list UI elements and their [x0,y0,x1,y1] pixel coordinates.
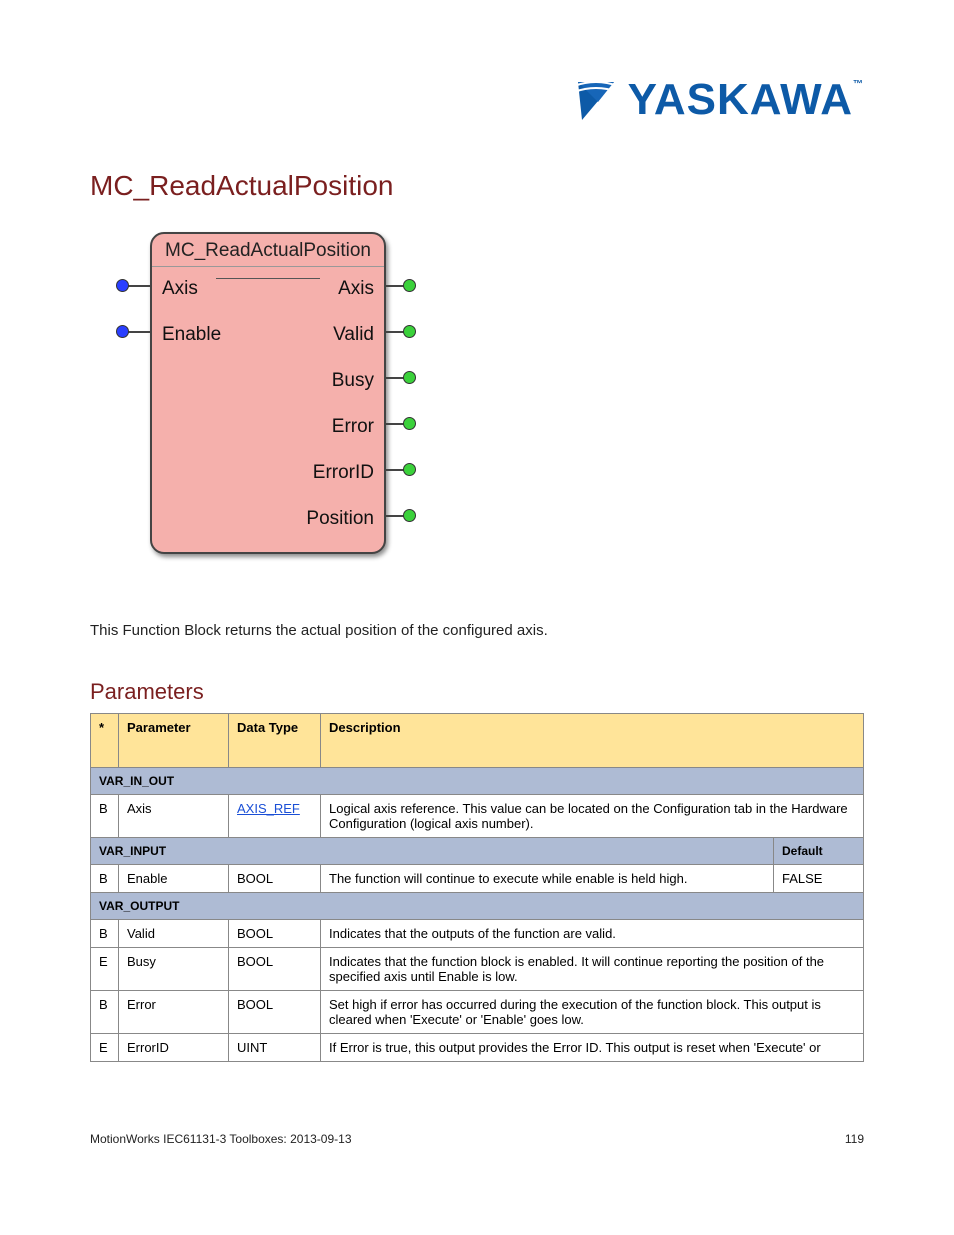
table-row: E Busy BOOL Indicates that the function … [91,948,864,991]
table-row: B Error BOOL Set high if error has occur… [91,991,864,1034]
input-port-icon [116,279,129,292]
section-var-input: VAR_INPUT Default [91,838,864,865]
brand-name-text: YASKAWA [628,75,853,124]
port-connector [127,285,150,287]
output-port-icon [403,279,416,292]
fb-input-axis: Axis [162,278,198,300]
cell-star: B [91,795,119,838]
col-header-parameter: Parameter [119,714,229,768]
fb-output-errorid: ErrorID [313,462,374,484]
function-block-diagram: MC_ReadActualPosition Axis Axis Enable V… [110,232,410,572]
cell-param: Enable [119,865,229,893]
input-port-icon [116,325,129,338]
parameters-table: * Parameter Data Type Description VAR_IN… [90,713,864,1062]
fb-output-position: Position [306,508,374,530]
cell-type: BOOL [229,920,321,948]
cell-type: BOOL [229,948,321,991]
fb-output-error: Error [332,416,374,438]
footer-page-number: 119 [845,1132,864,1146]
parameters-heading: Parameters [90,679,864,705]
cell-star: B [91,991,119,1034]
output-port-icon [403,463,416,476]
page-footer: MotionWorks IEC61131-3 Toolboxes: 2013-0… [90,1132,864,1146]
fb-output-busy: Busy [332,370,374,392]
cell-param: Error [119,991,229,1034]
cell-param: Valid [119,920,229,948]
cell-param: Busy [119,948,229,991]
cell-type: UINT [229,1034,321,1062]
table-row: B Enable BOOL The function will continue… [91,865,864,893]
cell-param: Axis [119,795,229,838]
cell-desc: Logical axis reference. This value can b… [321,795,864,838]
section-label: VAR_OUTPUT [91,893,864,920]
table-header-row: * Parameter Data Type Description [91,714,864,768]
port-connector [127,331,150,333]
footer-left: MotionWorks IEC61131-3 Toolboxes: 2013-0… [90,1132,352,1146]
col-header-description: Description [321,714,864,768]
cell-desc: Set high if error has occurred during th… [321,991,864,1034]
fb-output-axis: Axis [338,278,374,300]
table-row: B Axis AXIS_REF Logical axis reference. … [91,795,864,838]
section-label: VAR_INPUT [91,838,774,865]
output-port-icon [403,371,416,384]
cell-param: ErrorID [119,1034,229,1062]
section-var-output: VAR_OUTPUT [91,893,864,920]
cell-default: FALSE [774,865,864,893]
description-text: This Function Block returns the actual p… [90,622,864,639]
cell-desc: The function will continue to execute wh… [321,865,774,893]
cell-type: BOOL [229,865,321,893]
cell-desc: If Error is true, this output provides t… [321,1034,864,1062]
cell-star: B [91,920,119,948]
page-title: MC_ReadActualPosition [90,170,864,202]
page-container: YASKAWA™ MC_ReadActualPosition MC_ReadAc… [0,0,954,1186]
col-header-type: Data Type [229,714,321,768]
output-port-icon [403,325,416,338]
section-default-label: Default [774,838,864,865]
cell-star: E [91,948,119,991]
output-port-icon [403,509,416,522]
cell-desc: Indicates that the outputs of the functi… [321,920,864,948]
col-header-star: * [91,714,119,768]
fb-header: MC_ReadActualPosition [152,234,384,267]
function-block-box: MC_ReadActualPosition Axis Axis Enable V… [150,232,386,554]
brand-logo: YASKAWA™ [572,75,864,125]
fb-input-enable: Enable [162,324,221,346]
cell-desc: Indicates that the function block is ena… [321,948,864,991]
cell-star: E [91,1034,119,1062]
table-row: B Valid BOOL Indicates that the outputs … [91,920,864,948]
brand-name: YASKAWA™ [628,75,864,125]
section-label: VAR_IN_OUT [91,768,864,795]
cell-type: AXIS_REF [229,795,321,838]
output-port-icon [403,417,416,430]
section-var-in-out: VAR_IN_OUT [91,768,864,795]
fb-output-valid: Valid [333,324,374,346]
axis-ref-link[interactable]: AXIS_REF [237,801,300,816]
yaskawa-swoosh-icon [572,76,620,124]
cell-type: BOOL [229,991,321,1034]
trademark-icon: ™ [853,79,864,90]
table-row: E ErrorID UINT If Error is true, this ou… [91,1034,864,1062]
cell-star: B [91,865,119,893]
